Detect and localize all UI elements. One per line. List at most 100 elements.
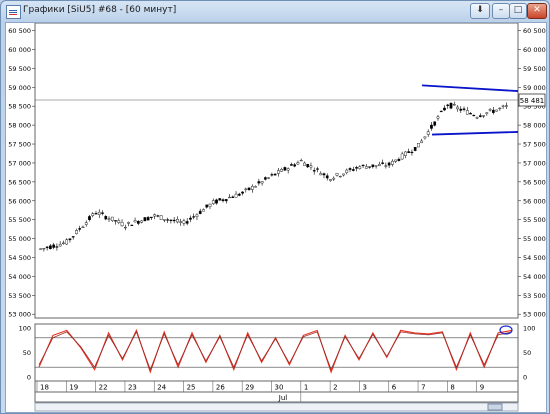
price-tick-label-left: 57 000 — [8, 159, 31, 167]
candle-body — [264, 177, 267, 180]
candle-body — [290, 164, 293, 166]
candle-body — [465, 110, 469, 115]
candle-body — [358, 166, 362, 169]
chart-window: Графики [SiU5] #68 - [60 минут] ⬇ – □ ✕ … — [0, 0, 550, 414]
candle-body — [49, 245, 52, 250]
candle-body — [280, 169, 283, 172]
price-tick-label-right: 56 500 — [523, 178, 546, 186]
candle-body — [260, 181, 264, 184]
date-label: 18 — [40, 384, 49, 392]
candle-body — [413, 147, 417, 151]
price-tick-label-left: 57 500 — [8, 141, 31, 149]
candle-body — [368, 166, 371, 168]
candle-body — [319, 173, 323, 176]
title-bar[interactable]: Графики [SiU5] #68 - [60 минут] ⬇ – □ ✕ — [1, 1, 549, 22]
candle-body — [250, 186, 254, 190]
candle-body — [309, 165, 313, 168]
candle-body — [55, 246, 59, 248]
price-panel[interactable] — [34, 23, 519, 319]
candle-body — [45, 246, 49, 249]
candle-body — [374, 165, 378, 167]
osc-tick-label-right: 100 — [523, 325, 535, 333]
candle-body — [215, 199, 218, 204]
candle-body — [335, 172, 339, 176]
candle-body — [224, 199, 228, 202]
candle-body — [488, 109, 492, 111]
candle-body — [332, 177, 336, 180]
candle-body — [394, 159, 397, 162]
candle-body — [430, 124, 433, 129]
price-tick-label-left: 55 000 — [8, 235, 31, 243]
candle-body — [153, 214, 156, 217]
date-label: 9 — [480, 384, 484, 392]
date-label: 8 — [450, 384, 454, 392]
date-label: 26 — [216, 384, 225, 392]
price-tick-label-right: 57 000 — [523, 159, 546, 167]
maximize-button[interactable]: □ — [509, 3, 527, 19]
candle-body — [342, 173, 345, 176]
price-tick-label-left: 59 000 — [8, 84, 31, 92]
candle-body — [407, 151, 411, 153]
oscillator-panel[interactable] — [34, 323, 519, 382]
month-label: Jul — [278, 394, 288, 402]
price-tick-label-left: 55 500 — [8, 216, 31, 224]
candle-body — [52, 244, 55, 248]
candle-body — [316, 168, 319, 170]
candle-body — [146, 217, 150, 221]
price-tick-label-left: 53 000 — [8, 311, 31, 319]
scrollbar-thumb[interactable] — [487, 403, 503, 411]
minimize-button[interactable]: – — [492, 3, 510, 19]
candle-body — [68, 238, 72, 241]
candle-body — [439, 110, 443, 113]
candle-body — [345, 169, 349, 173]
candle-body — [163, 219, 166, 221]
candle-body — [452, 104, 456, 106]
candle-body — [244, 188, 248, 190]
candle-body — [58, 244, 62, 247]
candle-body — [436, 116, 440, 119]
candle-body — [446, 104, 450, 106]
candle-body — [417, 143, 420, 148]
osc-tick-label-right: 0 — [523, 374, 527, 382]
horizontal-scrollbar[interactable] — [34, 402, 519, 412]
candle-body — [351, 169, 355, 171]
candle-body — [397, 158, 401, 161]
price-tick-label-right: 59 000 — [523, 84, 546, 92]
candle-body — [296, 162, 300, 165]
candle-body — [172, 219, 176, 222]
candle-body — [97, 211, 101, 215]
candle-body — [286, 168, 290, 171]
candle-body — [423, 136, 427, 139]
date-label: 2 — [333, 384, 337, 392]
candle-body — [378, 164, 381, 167]
candle-body — [459, 108, 463, 111]
pin-button[interactable]: ⬇ — [470, 3, 490, 19]
candle-body — [231, 196, 235, 199]
candle-body — [123, 226, 127, 229]
date-label: 1 — [304, 384, 308, 392]
osc-tick-label-left: 100 — [19, 325, 31, 333]
candle-body — [114, 220, 117, 222]
candle-body — [449, 102, 453, 109]
chart-svg[interactable]: 60 50060 00059 50059 00058 50058 00057 5… — [6, 23, 546, 412]
candle-body — [176, 219, 179, 223]
candle-body — [120, 222, 124, 227]
date-label: 19 — [69, 384, 78, 392]
price-tick-label-right: 54 000 — [523, 273, 546, 281]
candle-body — [185, 221, 189, 224]
candle-body — [221, 199, 225, 202]
candle-body — [420, 140, 424, 143]
close-button[interactable]: ✕ — [527, 3, 547, 19]
price-tick-label-right: 60 000 — [523, 46, 546, 54]
candle-body — [505, 105, 508, 107]
candle-body — [189, 217, 192, 220]
candle-body — [306, 163, 310, 168]
price-tick-label-left: 58 000 — [8, 122, 31, 130]
candle-body — [283, 167, 287, 171]
candle-body — [205, 204, 209, 208]
candle-body — [478, 115, 482, 117]
window-title: Графики [SiU5] #68 - [60 минут] — [23, 5, 177, 15]
candle-body — [62, 242, 65, 244]
date-label: 7 — [421, 384, 425, 392]
candle-body — [433, 121, 437, 126]
